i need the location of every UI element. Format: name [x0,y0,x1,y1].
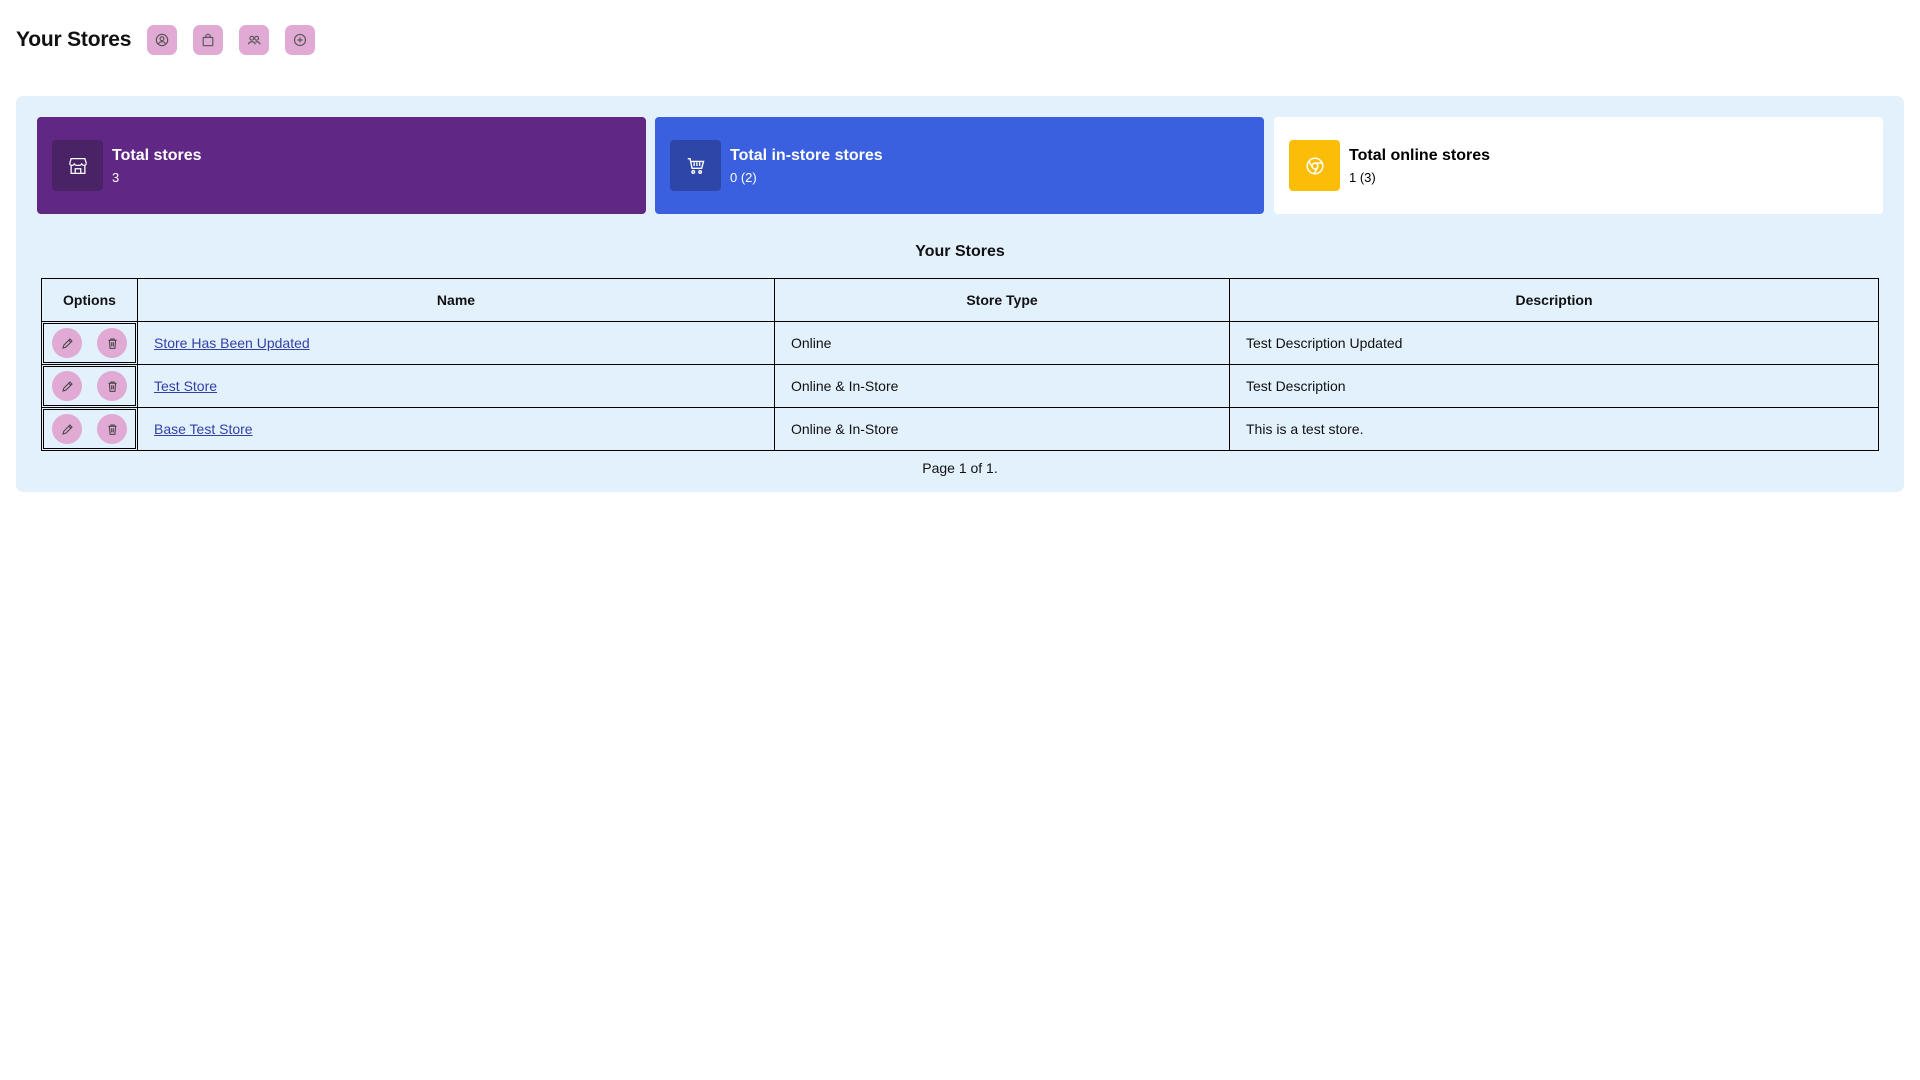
column-header-options: Options [41,278,138,322]
shopping-bag-button[interactable] [193,25,224,55]
edit-button[interactable] [52,371,82,401]
table-row: Store Has Been Updated Online Test Descr… [41,321,1879,365]
edit-button[interactable] [52,414,82,444]
bag-icon [202,33,214,47]
store-name-link[interactable]: Test Store [154,378,217,394]
stat-value: 1 (3) [1349,169,1376,185]
trash-icon [107,381,117,392]
column-header-description: Description [1229,278,1879,322]
options-cell [41,364,138,408]
stat-icon-box [52,140,103,191]
stat-card-in-store: Total in-store stores 0 (2) [655,117,1264,214]
users-button[interactable] [239,25,270,55]
column-header-store-type: Store Type [774,278,1230,322]
table-row: Base Test Store Online & In-Store This i… [41,407,1879,451]
store-type-cell: Online & In-Store [774,364,1230,408]
stat-icon-box [670,140,721,191]
stat-icon-box [1289,140,1340,191]
name-cell: Base Test Store [137,407,775,451]
table-row: Test Store Online & In-Store Test Descri… [41,364,1879,408]
delete-button[interactable] [97,414,127,444]
column-header-name: Name [137,278,775,322]
options-cell [41,407,138,451]
add-store-button[interactable] [285,25,316,55]
name-cell: Store Has Been Updated [137,321,775,365]
description-cell: Test Description Updated [1229,321,1879,365]
stat-title: Total stores [112,146,202,164]
page-header: Your Stores [16,24,331,56]
table-title: Your Stores [915,243,1005,260]
name-cell: Test Store [137,364,775,408]
store-name-link[interactable]: Base Test Store [154,421,253,437]
pencil-icon [61,380,73,392]
pencil-icon [61,337,73,349]
delete-button[interactable] [97,371,127,401]
add-circle-icon [294,33,307,47]
chrome-icon [1305,156,1324,175]
store-type-cell: Online [774,321,1230,365]
account-button[interactable] [147,25,178,55]
options-cell [41,321,138,365]
stat-card-total-stores: Total stores 3 [37,117,646,214]
page-title: Your Stores [16,28,132,51]
account-icon [156,33,169,47]
description-cell: Test Description [1229,364,1879,408]
trash-icon [107,424,117,435]
stores-panel: Total stores 3 Total in-store stores 0 (… [16,96,1904,492]
description-cell: This is a test store. [1229,407,1879,451]
pencil-icon [61,423,73,435]
stat-title: Total online stores [1349,146,1491,164]
delete-button[interactable] [97,328,127,358]
trash-icon [107,338,117,349]
stat-value: 0 (2) [730,169,757,185]
stores-table: Options Name Store Type Description Stor… [41,278,1879,451]
users-icon [248,35,261,45]
stat-title: Total in-store stores [730,146,883,164]
store-name-link[interactable]: Store Has Been Updated [154,335,310,351]
stat-value: 3 [112,169,120,185]
cart-icon [687,157,704,174]
store-type-cell: Online & In-Store [774,407,1230,451]
stat-card-online: Total online stores 1 (3) [1274,117,1883,214]
storefront-icon [68,157,87,174]
table-header-row: Options Name Store Type Description [41,278,1879,322]
edit-button[interactable] [52,328,82,358]
pagination-text: Page 1 of 1. [922,460,998,476]
